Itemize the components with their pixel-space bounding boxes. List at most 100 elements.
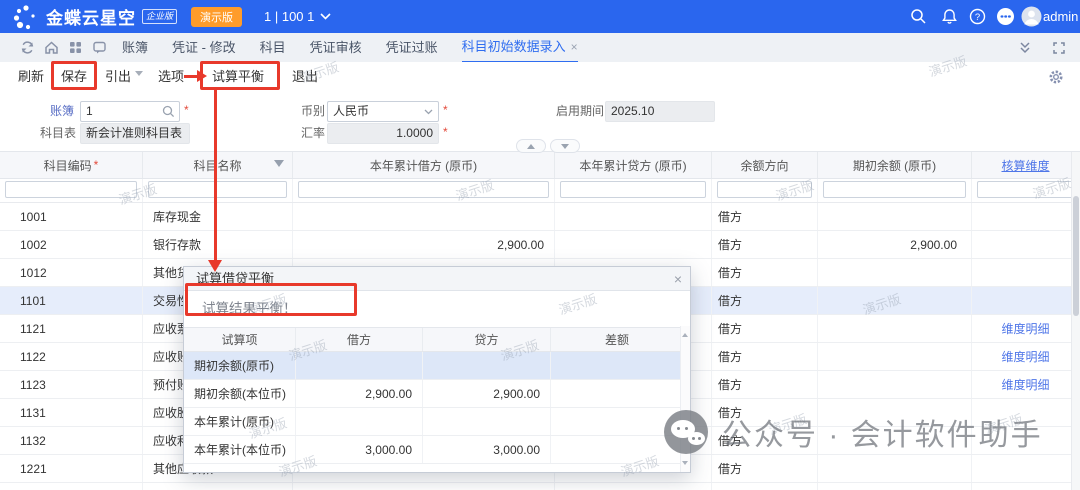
home-icon[interactable]: [44, 40, 59, 55]
cell-dimension-link[interactable]: 维度明细: [972, 371, 1080, 398]
refresh-button[interactable]: 刷新: [18, 62, 44, 92]
cell-dimension-link[interactable]: 维度明细: [972, 483, 1080, 490]
cell-direction[interactable]: 借方: [712, 427, 818, 454]
cell-opening-balance[interactable]: [818, 287, 972, 314]
column-filter-input-4[interactable]: [717, 181, 812, 198]
cell-dimension-link[interactable]: [972, 231, 1080, 258]
cell-direction[interactable]: 借方: [712, 455, 818, 482]
column-header-4[interactable]: 余额方向: [712, 152, 818, 178]
cell-code[interactable]: 1001: [0, 203, 143, 230]
cell-dimension-link[interactable]: [972, 399, 1080, 426]
cell-dimension-link[interactable]: [972, 259, 1080, 286]
scroll-up-icon[interactable]: [682, 330, 688, 337]
dialog-close-icon[interactable]: ×: [674, 269, 682, 289]
cell-direction[interactable]: 借方: [712, 203, 818, 230]
collapse-tabs-icon[interactable]: [1018, 41, 1033, 56]
cell-opening-balance[interactable]: [818, 371, 972, 398]
cell-opening-balance[interactable]: [818, 483, 972, 490]
scrollbar-thumb[interactable]: [1073, 196, 1079, 316]
column-header-0[interactable]: 科目编码*: [0, 152, 143, 178]
filter-funnel-icon[interactable]: [274, 160, 284, 172]
cell-code[interactable]: 1221.01: [0, 483, 143, 490]
cell-dimension-link[interactable]: [972, 427, 1080, 454]
dialog-row[interactable]: 本年累计(原币): [184, 408, 690, 436]
apps-grid-icon[interactable]: [68, 40, 83, 55]
cell-name[interactable]: 库存现金: [143, 203, 293, 230]
cell-ytd-credit[interactable]: [555, 483, 712, 490]
cell-name[interactable]: 客户往来: [143, 483, 293, 490]
cell-opening-balance[interactable]: 2,900.00: [818, 231, 972, 258]
avatar[interactable]: [1021, 6, 1038, 23]
cell-ytd-debit[interactable]: [293, 483, 555, 490]
notification-bell-icon[interactable]: [941, 8, 958, 25]
cell-opening-balance[interactable]: [818, 315, 972, 342]
cell-code[interactable]: 1002: [0, 231, 143, 258]
exit-button[interactable]: 退出: [292, 62, 318, 92]
cell-direction[interactable]: 借方: [712, 231, 818, 258]
cell-code[interactable]: 1121: [0, 315, 143, 342]
column-filter-input-5[interactable]: [823, 181, 966, 198]
sync-icon[interactable]: [20, 40, 35, 55]
search-icon[interactable]: [910, 8, 927, 25]
scroll-down-icon[interactable]: [682, 461, 688, 468]
cell-code[interactable]: 1122: [0, 343, 143, 370]
vertical-scrollbar[interactable]: [1071, 152, 1080, 490]
cell-dimension-link[interactable]: 维度明细: [972, 315, 1080, 342]
cell-direction[interactable]: 借方: [712, 343, 818, 370]
column-header-3[interactable]: 本年累计贷方 (原币): [555, 152, 712, 178]
cell-code[interactable]: 1221: [0, 455, 143, 482]
message-icon[interactable]: [92, 40, 107, 55]
options-button[interactable]: 选项: [158, 62, 184, 92]
tab-close-icon[interactable]: ×: [571, 40, 578, 54]
cell-code[interactable]: 1131: [0, 399, 143, 426]
cell-code[interactable]: 1132: [0, 427, 143, 454]
dialog-scrollbar[interactable]: [680, 326, 690, 472]
cell-dimension-link[interactable]: [972, 203, 1080, 230]
cell-direction[interactable]: 借方: [712, 399, 818, 426]
table-row-1002[interactable]: 1002银行存款2,900.00借方2,900.00: [0, 231, 1080, 259]
cell-opening-balance[interactable]: [818, 455, 972, 482]
cell-dimension-link[interactable]: 维度明细: [972, 343, 1080, 370]
cell-direction[interactable]: 借方: [712, 259, 818, 286]
help-icon[interactable]: ?: [969, 8, 986, 25]
cell-opening-balance[interactable]: [818, 427, 972, 454]
column-filter-input-2[interactable]: [298, 181, 549, 198]
cell-direction[interactable]: 借方: [712, 371, 818, 398]
assistant-icon[interactable]: [996, 7, 1013, 24]
username-label[interactable]: admin: [1043, 9, 1078, 24]
ledger-input[interactable]: 1: [80, 101, 180, 122]
cell-direction[interactable]: 借方: [712, 315, 818, 342]
column-header-6[interactable]: 核算维度: [972, 152, 1080, 178]
account-switcher[interactable]: 1 | 100 1: [264, 9, 331, 24]
tab-0[interactable]: 账簿: [122, 33, 148, 62]
tab-4[interactable]: 凭证过账: [386, 33, 438, 62]
tab-3[interactable]: 凭证审核: [310, 33, 362, 62]
dialog-row[interactable]: 本年累计(本位币)3,000.003,000.00: [184, 436, 690, 464]
cell-opening-balance[interactable]: [818, 259, 972, 286]
expand-panel-button[interactable]: [550, 139, 580, 153]
column-filter-input-6[interactable]: [977, 181, 1074, 198]
cell-direction[interactable]: 借方: [712, 287, 818, 314]
cell-code[interactable]: 1123: [0, 371, 143, 398]
column-header-5[interactable]: 期初余额 (原币): [818, 152, 972, 178]
cell-opening-balance[interactable]: [818, 203, 972, 230]
cell-code[interactable]: 1012: [0, 259, 143, 286]
column-header-2[interactable]: 本年累计借方 (原币): [293, 152, 555, 178]
lookup-magnifier-icon[interactable]: [162, 105, 175, 118]
export-button[interactable]: 引出: [105, 62, 143, 92]
cell-direction[interactable]: 借方: [712, 483, 818, 490]
cell-name[interactable]: 银行存款: [143, 231, 293, 258]
cell-code[interactable]: 1101: [0, 287, 143, 314]
dialog-row[interactable]: 期初余额(原币): [184, 352, 690, 380]
collapse-panel-button[interactable]: [516, 139, 546, 153]
column-filter-input-1[interactable]: [148, 181, 287, 198]
column-header-1[interactable]: 科目名称: [143, 152, 293, 178]
currency-select[interactable]: 人民币: [327, 101, 439, 122]
tab-1[interactable]: 凭证 - 修改: [172, 33, 236, 62]
cell-ytd-debit[interactable]: [293, 203, 555, 230]
table-row-1001[interactable]: 1001库存现金 借方: [0, 203, 1080, 231]
tab-2[interactable]: 科目: [260, 33, 286, 62]
table-row-1221.01[interactable]: 1221.01客户往来 借方 维度明细: [0, 483, 1080, 490]
dialog-row[interactable]: 期初余额(本位币)2,900.002,900.00: [184, 380, 690, 408]
column-filter-input-0[interactable]: [5, 181, 137, 198]
